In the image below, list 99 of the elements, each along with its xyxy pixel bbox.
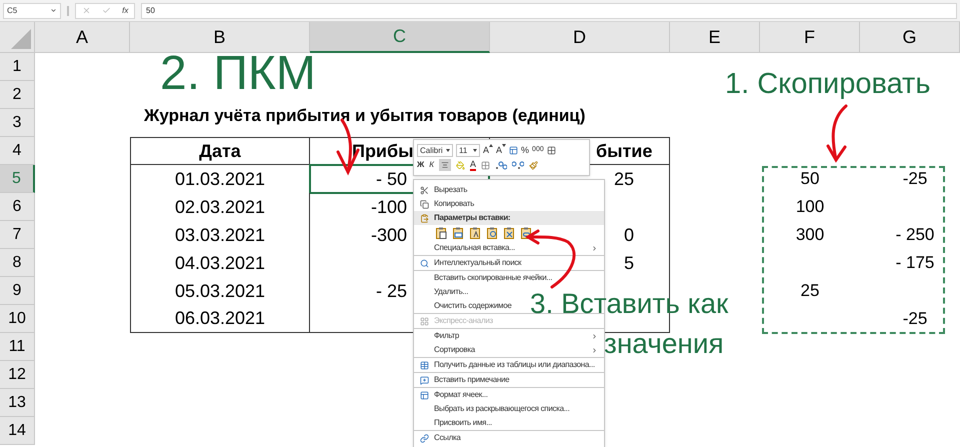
paste-option-button[interactable] xyxy=(519,226,533,240)
paste-option-button[interactable] xyxy=(451,226,465,240)
caret-down-icon xyxy=(446,149,450,152)
row-header[interactable]: 5 xyxy=(0,165,35,193)
menu-item[interactable]: Получить данные из таблицы или диапазона... xyxy=(414,358,601,372)
grid-icon xyxy=(420,316,428,326)
name-box[interactable]: C5 xyxy=(3,2,61,18)
column-heading: Прибы xyxy=(352,140,414,163)
menu-item[interactable]: Интеллектуальный поиск xyxy=(414,256,528,270)
caret-up-icon xyxy=(489,144,494,147)
row-header[interactable]: 3 xyxy=(0,109,35,137)
formula-input[interactable]: 50 xyxy=(141,2,957,18)
menu-section-header: Параметры вставки: xyxy=(434,212,510,224)
row-header[interactable]: 14 xyxy=(0,417,35,445)
column-header[interactable]: D xyxy=(490,22,670,53)
copied-value: - 175 xyxy=(894,252,936,274)
clipboard-icon xyxy=(420,214,428,222)
menu-item[interactable]: Ссылка xyxy=(414,431,467,445)
menu-item[interactable]: Удалить... xyxy=(414,285,474,299)
annotation-arrow xyxy=(826,104,848,163)
menu-item[interactable]: Формат ячеек... xyxy=(414,388,494,402)
column-header[interactable]: B xyxy=(130,22,310,53)
number-format-icon[interactable] xyxy=(509,146,518,155)
departure-value: 0 xyxy=(624,224,634,246)
row-header[interactable]: 10 xyxy=(0,305,35,333)
column-heading: бытие xyxy=(596,140,652,162)
paste-option-button[interactable] xyxy=(502,226,516,240)
step-label: значения xyxy=(604,330,724,358)
step-label: 1. Скопировать xyxy=(725,70,930,99)
size-dropdown[interactable]: 11 xyxy=(456,144,480,157)
paste-option-button[interactable] xyxy=(434,226,448,240)
comment-icon xyxy=(420,376,428,384)
check-icon[interactable] xyxy=(102,6,111,15)
sheet-title: Журнал учёта прибытия и убытия товаров (единиц) xyxy=(143,105,586,127)
menu-item[interactable]: Вставить скопированные ячейки... xyxy=(414,271,558,285)
column-header[interactable]: F xyxy=(760,22,860,53)
decimal-icon[interactable] xyxy=(512,160,524,170)
menu-item[interactable]: Присвоить имя... xyxy=(414,416,498,430)
link-icon xyxy=(420,434,428,442)
menu-item[interactable]: Копировать xyxy=(414,197,480,211)
menu-item[interactable]: Фильтр xyxy=(414,329,604,343)
copied-value: 300 xyxy=(794,224,826,246)
row-header[interactable]: 6 xyxy=(0,193,35,221)
copied-value: - 250 xyxy=(894,224,936,246)
row-header[interactable]: 8 xyxy=(0,249,35,277)
copied-value: 50 xyxy=(800,168,820,190)
function-button[interactable]: fx xyxy=(122,4,128,16)
table-icon xyxy=(420,360,428,370)
arrival-value: -100 xyxy=(370,196,407,218)
step-label: 2. ПКМ xyxy=(160,50,316,98)
date-cell-text: 02.03.2021 xyxy=(174,196,266,218)
arrival-value: - 25 xyxy=(376,280,407,302)
departure-value: 5 xyxy=(624,252,634,274)
row-header[interactable]: 4 xyxy=(0,137,35,165)
column-heading: Дата xyxy=(198,140,242,163)
row-header[interactable]: 2 xyxy=(0,81,35,109)
row-header[interactable]: 7 xyxy=(0,221,35,249)
search-icon xyxy=(420,258,428,268)
format-painter-icon[interactable] xyxy=(528,160,538,170)
departure-value: 25 xyxy=(614,168,634,190)
row-header[interactable]: 9 xyxy=(0,277,35,305)
submenu-icon xyxy=(591,244,598,252)
annotation-arrow xyxy=(525,230,576,288)
dropdown-icon xyxy=(50,7,57,14)
shrink-font-button[interactable]: A xyxy=(496,144,506,158)
percent-button[interactable]: % xyxy=(521,144,530,158)
date-cell-text: 04.03.2021 xyxy=(174,252,266,274)
date-cell-text: 03.03.2021 xyxy=(174,224,266,246)
menu-item[interactable]: Выбрать из раскрывающегося списка... xyxy=(414,402,576,416)
paste-option-button[interactable] xyxy=(468,226,482,240)
date-cell-text: 01.03.2021 xyxy=(174,168,266,190)
row-header[interactable]: 11 xyxy=(0,333,35,361)
font-dropdown[interactable]: Calibri xyxy=(417,144,453,157)
caret-down-icon xyxy=(502,144,506,147)
column-header[interactable]: A xyxy=(35,22,130,53)
column-header[interactable]: C xyxy=(310,22,490,53)
row-header[interactable]: 12 xyxy=(0,361,35,389)
copy-icon xyxy=(420,200,428,208)
row-header[interactable]: 13 xyxy=(0,389,35,417)
menu-item[interactable]: Вставить примечание xyxy=(414,373,516,387)
copied-value: 25 xyxy=(800,280,820,302)
arrival-value: -300 xyxy=(370,224,407,246)
paste-option-button[interactable] xyxy=(485,226,499,240)
column-header[interactable]: G xyxy=(860,22,960,53)
date-cell-text: 06.03.2021 xyxy=(174,307,266,330)
grow-font-button[interactable]: A xyxy=(483,144,494,158)
merge-icon[interactable] xyxy=(546,146,556,155)
copied-value: 100 xyxy=(794,196,826,218)
copied-value: -25 xyxy=(902,168,928,190)
date-cell-text: 05.03.2021 xyxy=(174,280,266,302)
copied-value: -25 xyxy=(902,308,928,330)
caret-down-icon xyxy=(473,149,477,152)
decimal-icon[interactable] xyxy=(494,160,507,170)
menu-item[interactable]: Специальная вставка... xyxy=(414,241,604,255)
menu-item[interactable]: Сортировка xyxy=(414,343,604,357)
column-header[interactable]: E xyxy=(670,22,760,53)
row-header[interactable]: 1 xyxy=(0,53,35,81)
format-icon xyxy=(420,390,428,400)
menu-item[interactable]: Очистить содержимое xyxy=(414,299,518,313)
